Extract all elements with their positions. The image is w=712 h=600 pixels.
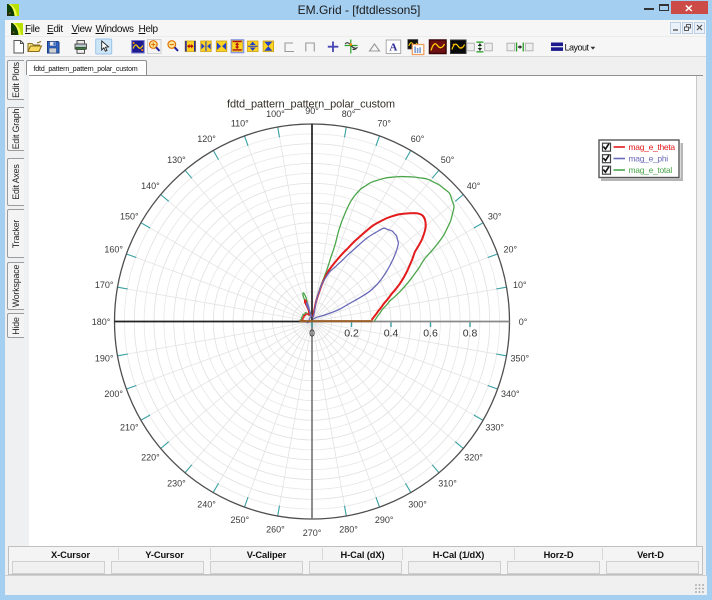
svg-text:A: A [389, 42, 397, 54]
svg-text:70°: 70° [377, 119, 391, 129]
svg-text:20°: 20° [503, 245, 517, 255]
svg-text:290°: 290° [375, 515, 394, 525]
svg-text:320°: 320° [464, 452, 483, 462]
svg-text:240°: 240° [197, 500, 216, 510]
svg-text:0.4: 0.4 [384, 328, 399, 340]
svg-text:270°: 270° [303, 528, 322, 538]
svg-text:200°: 200° [104, 389, 123, 399]
svg-text:260°: 260° [266, 525, 285, 535]
svg-text:0.8: 0.8 [463, 328, 478, 340]
svg-text:190°: 190° [95, 353, 114, 363]
svg-text:130°: 130° [167, 155, 186, 165]
svg-text:310°: 310° [438, 478, 457, 488]
svg-text:100°: 100° [266, 109, 285, 119]
svg-text:fdtd_pattern_pattern_polar_cus: fdtd_pattern_pattern_polar_custom [227, 99, 395, 111]
svg-text:180°: 180° [92, 317, 111, 327]
svg-text:40°: 40° [467, 181, 481, 191]
svg-text:mag_e_theta: mag_e_theta [629, 142, 676, 152]
svg-text:0: 0 [309, 328, 315, 340]
svg-text:10°: 10° [513, 280, 527, 290]
svg-text:30°: 30° [488, 211, 502, 221]
svg-text:mag_e_total: mag_e_total [629, 165, 673, 175]
svg-text:230°: 230° [167, 478, 186, 488]
svg-text:Layout: Layout [565, 43, 590, 53]
svg-text:160°: 160° [104, 245, 123, 255]
svg-text:50°: 50° [441, 155, 455, 165]
svg-text:300°: 300° [408, 500, 427, 510]
svg-text:330°: 330° [485, 422, 504, 432]
svg-text:140°: 140° [141, 181, 160, 191]
svg-text:340°: 340° [501, 389, 520, 399]
svg-text:mag_e_phi: mag_e_phi [629, 154, 669, 164]
svg-text:0.6: 0.6 [423, 328, 438, 340]
svg-text:110°: 110° [231, 119, 249, 129]
svg-text:60°: 60° [411, 134, 425, 144]
svg-text:210°: 210° [120, 422, 139, 432]
svg-text:150°: 150° [120, 211, 139, 221]
svg-text:0°: 0° [519, 317, 528, 327]
svg-text:0.2: 0.2 [344, 328, 359, 340]
svg-text:170°: 170° [95, 280, 114, 290]
svg-text:250°: 250° [230, 515, 249, 525]
svg-text:80°: 80° [342, 109, 356, 119]
svg-text:120°: 120° [197, 134, 216, 144]
svg-text:220°: 220° [141, 452, 160, 462]
svg-text:350°: 350° [510, 353, 529, 363]
svg-text:280°: 280° [339, 525, 358, 535]
